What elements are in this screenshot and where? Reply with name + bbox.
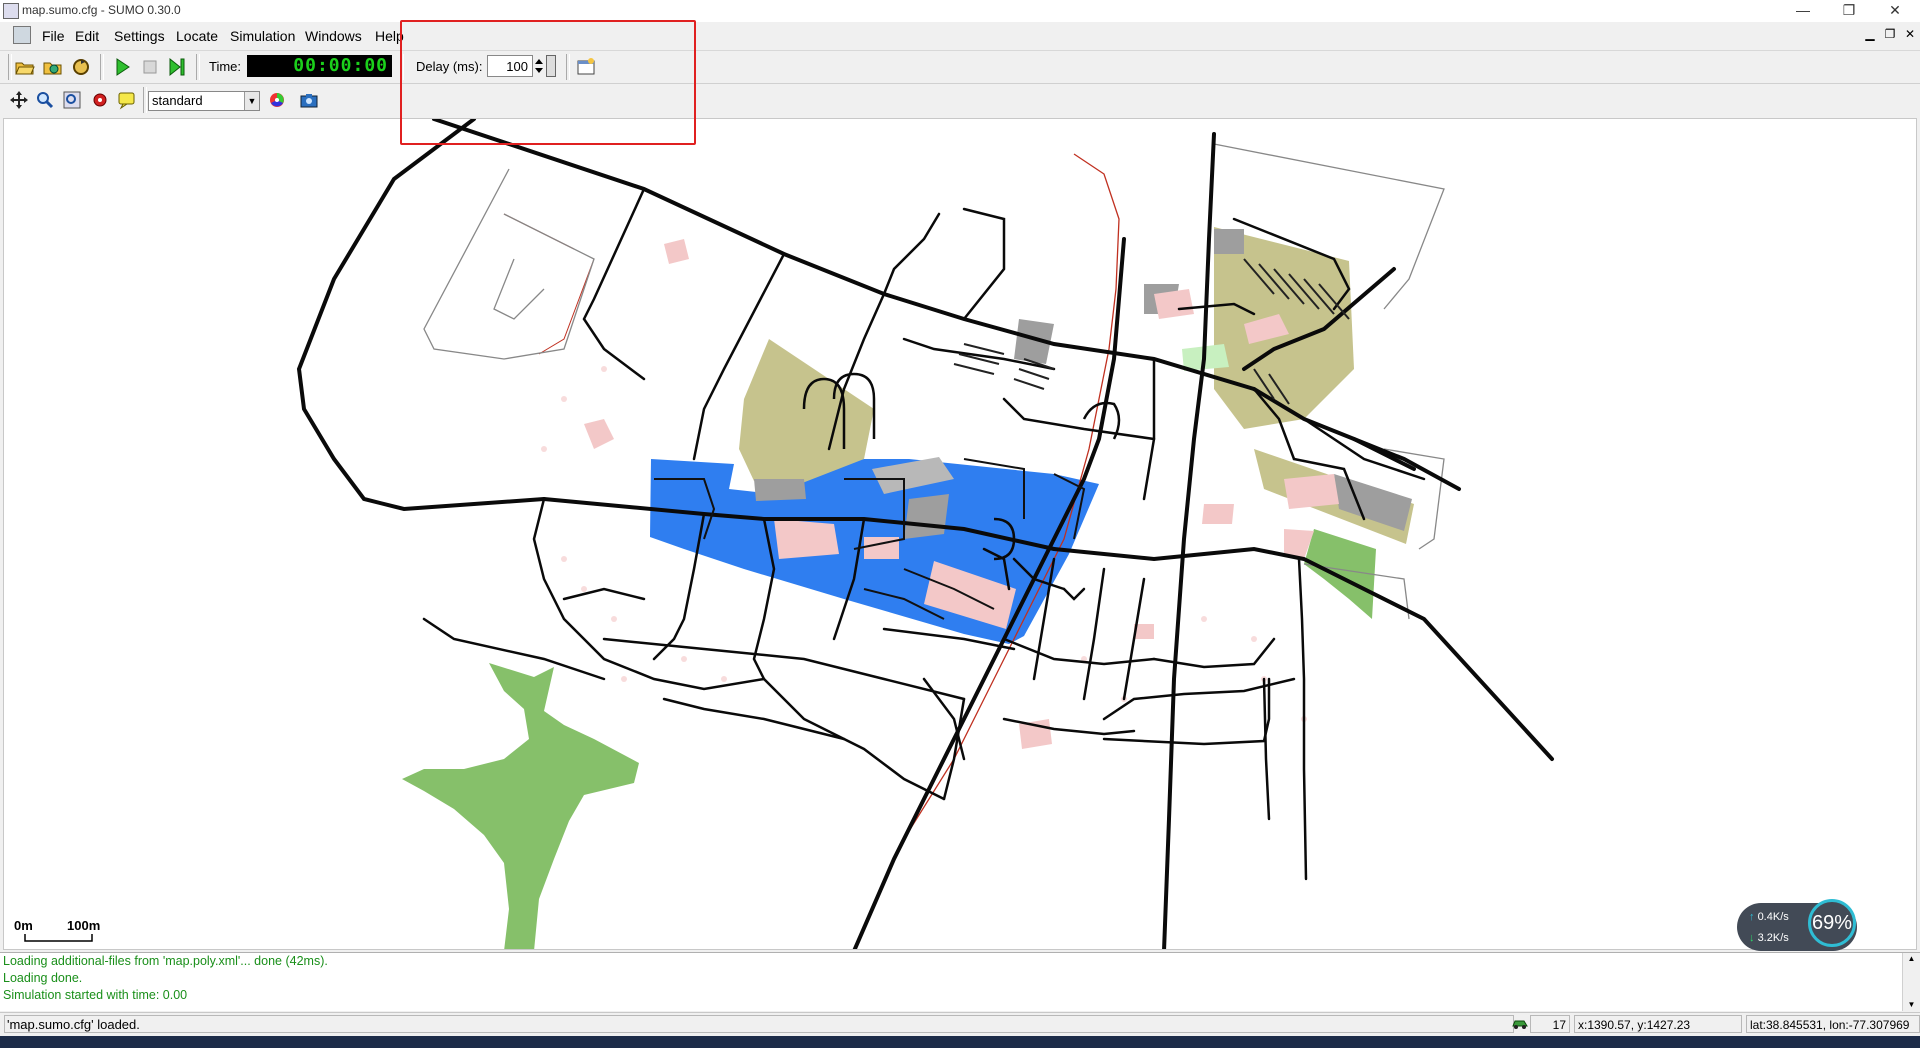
arrow-up-icon: ↑ xyxy=(1749,911,1758,923)
scroll-up-icon[interactable]: ▲ xyxy=(1903,953,1920,965)
edit-coloring-icon[interactable] xyxy=(266,89,288,111)
screenshot-icon[interactable] xyxy=(298,89,320,111)
scale-end-label: 100m xyxy=(67,918,101,933)
menu-simulation[interactable]: Simulation xyxy=(230,28,295,44)
menu-file[interactable]: File xyxy=(42,28,65,44)
app-icon xyxy=(3,3,19,19)
upload-speed: ↑ 0.4K/s xyxy=(1749,911,1789,923)
log-scrollbar[interactable]: ▲ ▼ xyxy=(1902,953,1920,1011)
toolbar-separator xyxy=(100,54,104,80)
mdi-window-icon[interactable] xyxy=(13,26,31,44)
chevron-down-icon: ▼ xyxy=(244,92,259,110)
color-scheme-select[interactable]: standard ▼ xyxy=(148,91,260,111)
color-scheme-value: standard xyxy=(152,93,203,108)
title-bar: map.sumo.cfg - SUMO 0.30.0 — ❐ ✕ xyxy=(0,0,1920,22)
stop-icon[interactable] xyxy=(139,56,161,78)
log-line: Simulation started with time: 0.00 xyxy=(3,988,188,1002)
scale-line xyxy=(24,934,93,942)
annotation-highlight-box xyxy=(400,20,696,145)
status-bar: 'map.sumo.cfg' loaded. 17 x:1390.57, y:1… xyxy=(0,1012,1920,1037)
minimize-button[interactable]: — xyxy=(1780,0,1826,22)
status-message: 'map.sumo.cfg' loaded. xyxy=(4,1015,1514,1033)
toolbar-separator xyxy=(143,87,147,113)
log-line: Loading done. xyxy=(3,971,83,985)
menu-locate[interactable]: Locate xyxy=(176,28,218,44)
view-toolbar: standard ▼ xyxy=(0,84,1920,118)
road-network xyxy=(296,119,1554,949)
network-percent: 69% xyxy=(1808,899,1856,947)
toolbar-separator xyxy=(8,54,12,80)
run-icon[interactable] xyxy=(111,56,133,78)
close-button[interactable]: ✕ xyxy=(1872,0,1918,22)
main-toolbar: Time: 00:00:00 Delay (ms): xyxy=(0,50,1920,84)
open-simulation-icon[interactable] xyxy=(14,56,36,78)
scale-start-label: 0m xyxy=(14,918,33,933)
menu-windows[interactable]: Windows xyxy=(305,28,362,44)
scroll-down-icon[interactable]: ▼ xyxy=(1903,999,1920,1011)
zoom-icon[interactable] xyxy=(34,89,56,111)
menu-bar: File Edit Settings Locate Simulation Win… xyxy=(0,22,1920,49)
log-line: Loading additional-files from 'map.poly.… xyxy=(3,954,328,968)
locate-junction-icon[interactable] xyxy=(61,89,83,111)
time-label: Time: xyxy=(209,59,242,74)
locate-vehicle-icon[interactable] xyxy=(89,89,111,111)
os-taskbar xyxy=(0,1036,1920,1048)
mdi-minimize-icon[interactable]: ▁ xyxy=(1862,27,1878,41)
cursor-geo-coordinates: lat:38.845531, lon:-77.307969 xyxy=(1746,1015,1920,1033)
mdi-close-icon[interactable]: ✕ xyxy=(1902,27,1918,41)
download-speed: ↓ 3.2K/s xyxy=(1749,932,1789,944)
message-log: Loading additional-files from 'map.poly.… xyxy=(0,952,1920,1011)
arrow-down-icon: ↓ xyxy=(1749,932,1758,944)
vehicle-icon xyxy=(1512,1020,1528,1029)
vehicle-count: 17 xyxy=(1530,1015,1570,1033)
window-title: map.sumo.cfg - SUMO 0.30.0 xyxy=(22,3,181,17)
step-icon[interactable] xyxy=(166,56,188,78)
map-view[interactable] xyxy=(3,118,1917,950)
scale-bar: 0m 100m xyxy=(14,918,124,944)
reload-icon[interactable] xyxy=(70,56,92,78)
cursor-xy-coordinates: x:1390.57, y:1427.23 xyxy=(1574,1015,1742,1033)
mdi-restore-icon[interactable]: ❐ xyxy=(1882,27,1898,41)
time-display: 00:00:00 xyxy=(247,55,392,77)
toolbar-separator xyxy=(196,54,200,80)
recenter-view-icon[interactable] xyxy=(8,89,30,111)
show-tooltips-icon[interactable] xyxy=(116,89,138,111)
restore-button[interactable]: ❐ xyxy=(1826,0,1872,22)
menu-settings[interactable]: Settings xyxy=(114,28,165,44)
open-network-icon[interactable] xyxy=(42,56,64,78)
menu-edit[interactable]: Edit xyxy=(75,28,99,44)
